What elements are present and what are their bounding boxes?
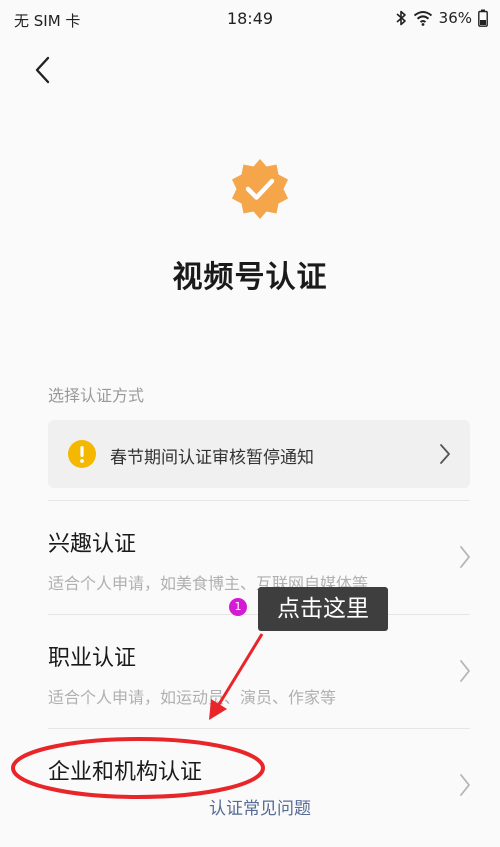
annotation-step-badge: 1	[229, 598, 247, 616]
option-title: 企业和机构认证	[48, 760, 203, 785]
status-bar: 无 SIM 卡 18:49 36%	[0, 0, 500, 38]
notice-text: 春节期间认证审核暂停通知	[110, 448, 314, 468]
battery-icon	[478, 9, 488, 27]
status-icons: 36%	[395, 9, 488, 27]
chevron-right-icon	[440, 444, 450, 464]
chevron-right-icon	[460, 546, 470, 568]
notice-banner[interactable]: 春节期间认证审核暂停通知	[48, 420, 470, 488]
option-title: 职业认证	[48, 646, 137, 671]
back-button[interactable]	[28, 52, 60, 88]
option-professional-verification[interactable]: 职业认证 适合个人申请，如运动员、演员、作家等	[48, 616, 478, 728]
option-description: 适合个人申请，如运动员、演员、作家等	[48, 688, 337, 707]
annotation-tooltip: 点击这里	[258, 587, 388, 631]
divider	[48, 500, 470, 501]
divider	[48, 728, 470, 729]
page-title: 视频号认证	[172, 260, 328, 295]
wifi-icon	[413, 11, 432, 26]
warning-icon	[68, 440, 96, 468]
bluetooth-icon	[396, 10, 406, 26]
option-title: 兴趣认证	[48, 532, 137, 557]
section-label: 选择认证方式	[48, 386, 145, 405]
verified-badge-icon	[232, 159, 288, 219]
battery-percent: 36%	[438, 9, 472, 27]
faq-link[interactable]: 认证常见问题	[0, 794, 500, 819]
chevron-right-icon	[460, 660, 470, 682]
option-enterprise-verification[interactable]: 企业和机构认证	[48, 730, 478, 842]
chevron-left-icon	[35, 56, 50, 84]
